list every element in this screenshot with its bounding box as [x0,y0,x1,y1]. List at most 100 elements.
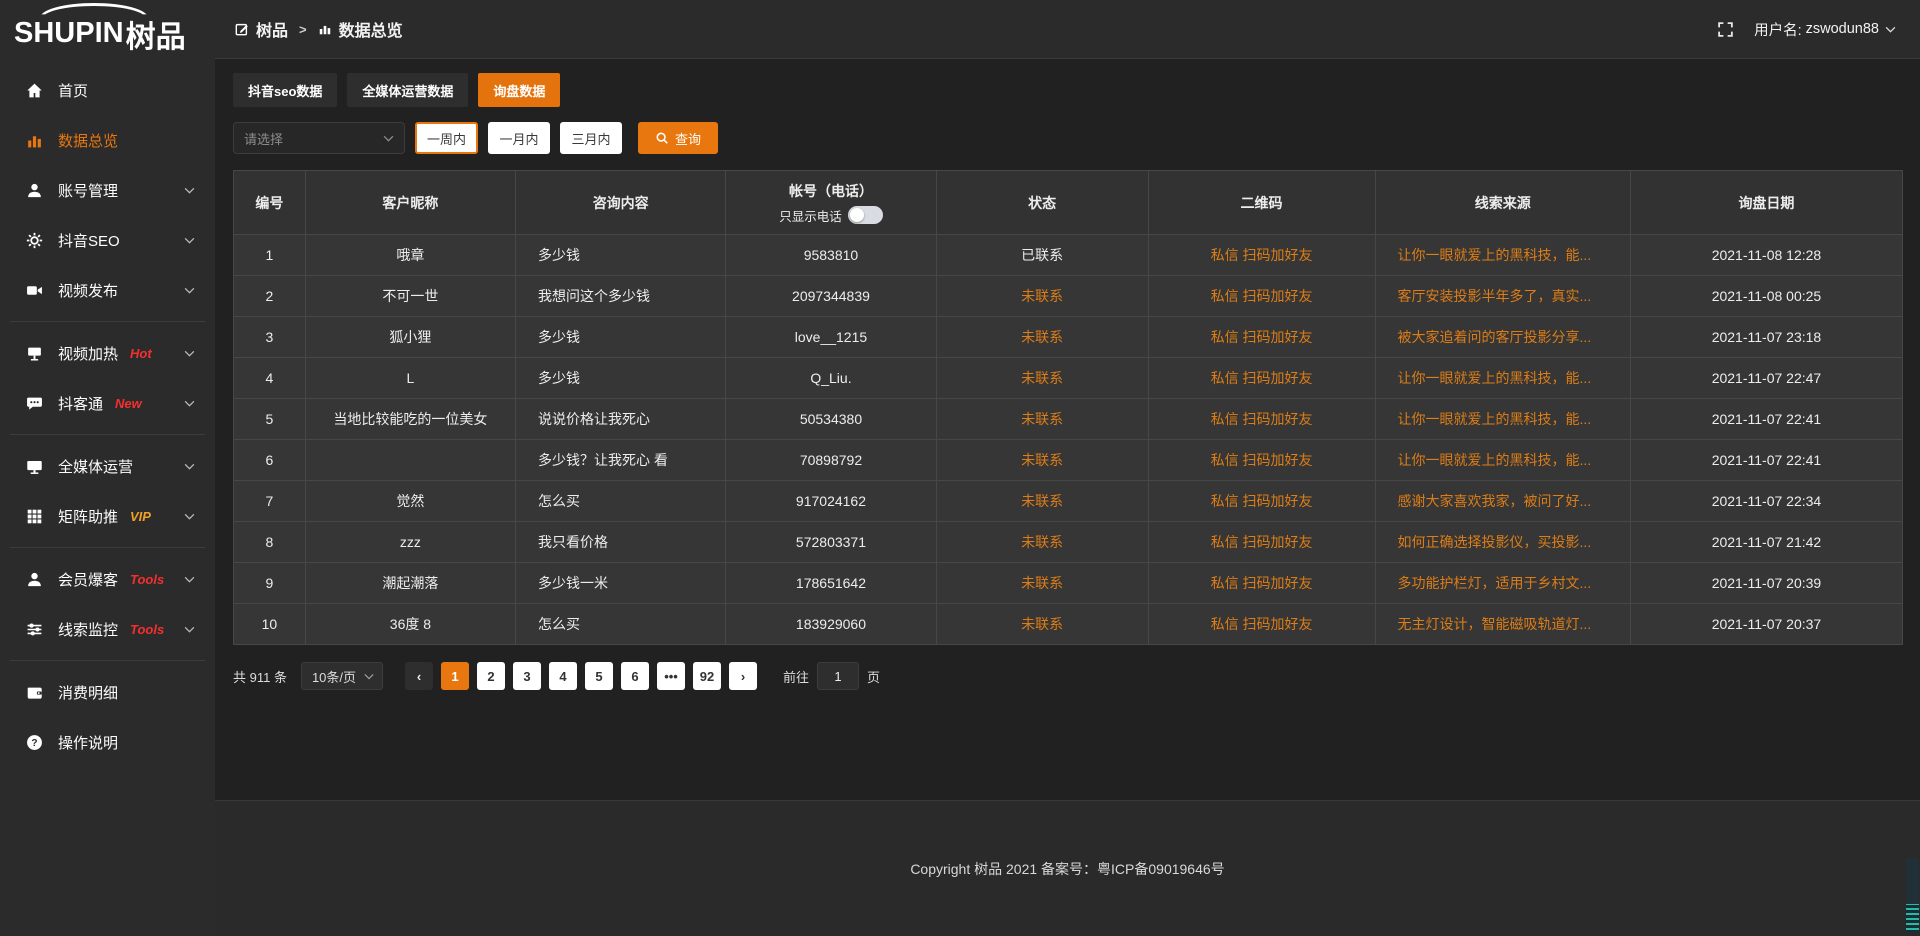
cell-status: 未联系 [936,358,1148,399]
page-button-2[interactable]: 2 [477,662,505,690]
page-button-4[interactable]: 4 [549,662,577,690]
username: zswodun88 [1806,21,1879,37]
sidebar-item-douyin-seo[interactable]: 抖音SEO [0,215,215,265]
cell-source-link[interactable]: 客厅安装投影半年多了，真实... [1375,276,1630,317]
sidebar-nav: 首页数据总览账号管理抖音SEO 视频发布视频加热Hot 抖客通 New 全媒体运营矩阵助… [0,59,215,767]
sidebar-item-label: 线索监控 [58,619,118,640]
cell-source-link[interactable]: 让你一眼就爱上的黑科技，能... [1375,358,1630,399]
breadcrumb-root[interactable]: 树品 [256,17,288,41]
page-size-select[interactable]: 10条/页 [301,662,383,690]
sidebar-item-lead-monitor[interactable]: 线索监控 Tools [0,604,215,654]
sidebar-item-member-burst[interactable]: 会员爆客Tools [0,554,215,604]
page-button-1[interactable]: 1 [441,662,469,690]
sidebar-divider [10,660,205,661]
sidebar-item-video-publish[interactable]: 视频发布 [0,265,215,315]
goto-prefix: 前往 [783,667,809,686]
sidebar-item-badge: New [115,396,142,411]
sidebar-item-badge: Hot [130,346,152,361]
filter-bar: 请选择 一周内一月内三月内 查询 [233,122,1903,154]
cell-no: 3 [234,317,306,358]
table-row: 6 多少钱？让我死心 看 70898792 未联系 私信 扫码加好友 让你一眼就… [234,440,1903,481]
cell-qrcode-link[interactable]: 私信 扫码加好友 [1148,317,1375,358]
main-content: 抖音seo数据全媒体运营数据询盘数据 请选择 一周内一月内三月内 查询 编 [215,59,1920,800]
filter-select[interactable]: 请选择 [233,122,405,154]
sliders-icon [26,621,43,638]
tab-2[interactable]: 询盘数据 [478,73,560,107]
browser-corner-widget[interactable] [1906,858,1919,932]
sidebar-item-omni-media[interactable]: 全媒体运营 [0,441,215,491]
cell-qrcode-link[interactable]: 私信 扫码加好友 [1148,358,1375,399]
cell-source-link[interactable]: 让你一眼就爱上的黑科技，能... [1375,440,1630,481]
goto-page-input[interactable] [817,662,859,690]
user-menu[interactable]: 用户名: zswodun88 [1754,19,1896,40]
sidebar-item-matrix-boost[interactable]: 矩阵助推VIP [0,491,215,541]
cell-qrcode-link[interactable]: 私信 扫码加好友 [1148,604,1375,645]
sidebar-item-help[interactable]: ?操作说明 [0,717,215,767]
table-row: 4 L 多少钱 Q_Liu. 未联系 私信 扫码加好友 让你一眼就爱上的黑科技，… [234,358,1903,399]
sidebar-item-account-manage[interactable]: 账号管理 [0,165,215,215]
cell-account: 9583810 [726,235,936,276]
pager-ellipsis[interactable]: ••• [657,662,685,690]
table-row: 2 不可一世 我想问这个多少钱 2097344839 未联系 私信 扫码加好友 … [234,276,1903,317]
cell-status: 未联系 [936,563,1148,604]
gear-icon [26,232,43,249]
page-button-3[interactable]: 3 [513,662,541,690]
column-header-7: 询盘日期 [1630,171,1902,235]
sidebar-item-badge: Tools [130,622,164,637]
phone-only-toggle[interactable] [848,206,883,224]
inquiry-table: 编号客户昵称咨询内容 帐号（电话） 只显示电话 状态二维码线索来源询盘日期 1 … [233,170,1903,645]
cell-source-link[interactable]: 多功能护栏灯，适用于乡村文... [1375,563,1630,604]
sidebar-divider [10,434,205,435]
cell-qrcode-link[interactable]: 私信 扫码加好友 [1148,481,1375,522]
sidebar-item-label: 消费明细 [58,682,118,703]
sidebar: SHUPIN 树品 首页数据总览账号管理抖音SEO视频发布视频加热Hot抖客通N… [0,0,215,936]
prev-page-button[interactable]: ‹ [405,662,433,690]
cell-account: 178651642 [726,563,936,604]
page-button-5[interactable]: 5 [585,662,613,690]
cell-source-link[interactable]: 让你一眼就爱上的黑科技，能... [1375,399,1630,440]
sidebar-item-label: 数据总览 [58,130,118,151]
cell-source-link[interactable]: 让你一眼就爱上的黑科技，能... [1375,235,1630,276]
tab-1[interactable]: 全媒体运营数据 [347,73,468,107]
cell-no: 7 [234,481,306,522]
column-header-0: 编号 [234,171,306,235]
fullscreen-icon[interactable] [1717,21,1734,38]
phone-only-label: 只显示电话 [779,206,842,225]
cell-qrcode-link[interactable]: 私信 扫码加好友 [1148,522,1375,563]
sidebar-item-label: 抖客通 [58,393,103,414]
next-page-button[interactable]: › [729,662,757,690]
sidebar-item-label: 操作说明 [58,732,118,753]
period-button-1[interactable]: 一月内 [488,122,550,154]
sidebar-item-douketong[interactable]: 抖客通 New [0,378,215,428]
sidebar-item-home[interactable]: 首页 [0,65,215,115]
cell-account: love__1215 [726,317,936,358]
cell-status: 未联系 [936,276,1148,317]
sidebar-item-data-overview[interactable]: 数据总览 [0,115,215,165]
cell-source-link[interactable]: 被大家追着问的客厅投影分享... [1375,317,1630,358]
cell-source-link[interactable]: 感谢大家喜欢我家，被问了好... [1375,481,1630,522]
bar-chart-icon [318,22,332,36]
cell-source-link[interactable]: 无主灯设计，智能磁吸轨道灯... [1375,604,1630,645]
cell-qrcode-link[interactable]: 私信 扫码加好友 [1148,235,1375,276]
sidebar-item-video-heat[interactable]: 视频加热Hot [0,328,215,378]
cell-date: 2021-11-07 22:41 [1630,399,1902,440]
tab-0[interactable]: 抖音seo数据 [233,73,337,107]
chevron-down-icon [184,576,195,583]
cell-qrcode-link[interactable]: 私信 扫码加好友 [1148,276,1375,317]
sidebar-item-label: 抖音SEO [58,230,120,251]
sidebar-item-consume-detail[interactable]: 消费明细 [0,667,215,717]
cell-account: Q_Liu. [726,358,936,399]
page-button-6[interactable]: 6 [621,662,649,690]
cell-qrcode-link[interactable]: 私信 扫码加好友 [1148,563,1375,604]
period-button-0[interactable]: 一周内 [415,122,478,154]
search-button[interactable]: 查询 [638,122,718,154]
cell-qrcode-link[interactable]: 私信 扫码加好友 [1148,440,1375,481]
cell-nickname: 狐小狸 [305,317,515,358]
cell-source-link[interactable]: 如何正确选择投影仪，买投影... [1375,522,1630,563]
cell-content: 我只看价格 [516,522,726,563]
bar-chart-icon [26,132,43,149]
period-button-2[interactable]: 三月内 [560,122,622,154]
cell-no: 2 [234,276,306,317]
cell-qrcode-link[interactable]: 私信 扫码加好友 [1148,399,1375,440]
page-button-92[interactable]: 92 [693,662,721,690]
